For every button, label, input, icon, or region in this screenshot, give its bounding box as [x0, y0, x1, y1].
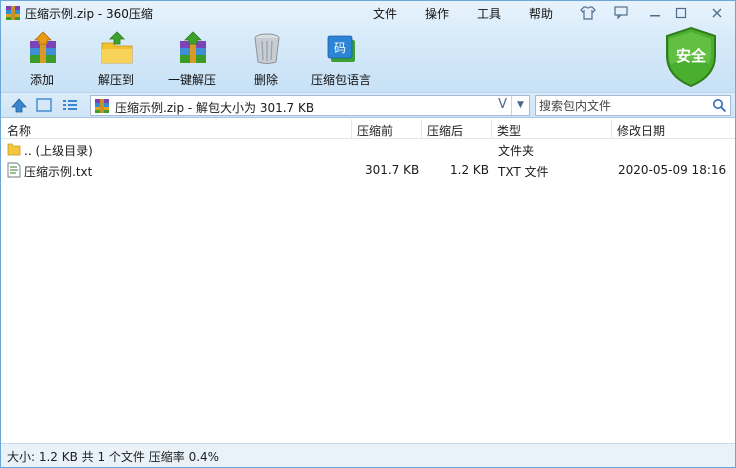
column-header: 名称 压缩前 压缩后 类型 修改日期 [1, 119, 735, 139]
file-list: 名称 压缩前 压缩后 类型 修改日期 .. (上级目录) 文件夹 压缩示例.tx… [1, 119, 735, 443]
column-divider[interactable] [491, 119, 492, 139]
column-modified[interactable]: 修改日期 [617, 122, 665, 139]
row-name: .. (上级目录) [24, 144, 93, 158]
one-click-extract-button-label: 一键解压 [167, 73, 216, 87]
column-name[interactable]: 名称 [7, 122, 31, 139]
address-dropdown-icon[interactable]: ▼ [511, 96, 529, 115]
verify-icon[interactable]: V [498, 97, 507, 112]
feedback-icon[interactable] [611, 4, 631, 22]
menu-help[interactable]: 帮助 [529, 5, 553, 22]
column-size-before[interactable]: 压缩前 [357, 122, 393, 139]
window-title: 压缩示例.zip - 360压缩 [25, 7, 153, 21]
delete-button-label: 删除 [253, 73, 278, 87]
column-type[interactable]: 类型 [497, 122, 521, 139]
up-level-icon[interactable] [10, 97, 28, 113]
delete-button[interactable]: 删除 [236, 29, 296, 89]
search-input[interactable] [539, 98, 709, 113]
menu-operate[interactable]: 操作 [425, 5, 449, 22]
title-bar: 压缩示例.zip - 360压缩 文件 操作 工具 帮助 [1, 1, 735, 25]
list-view-icon[interactable] [61, 97, 79, 113]
row-size-after: 1.2 KB [450, 163, 489, 177]
row-modified: 2020-05-09 18:16 [618, 163, 727, 177]
one-click-extract-button[interactable]: 一键解压 [162, 29, 222, 89]
column-size-after[interactable]: 压缩后 [427, 122, 463, 139]
table-row[interactable]: .. (上级目录) 文件夹 [1, 139, 735, 160]
row-type: TXT 文件 [498, 165, 549, 179]
menu-file[interactable]: 文件 [373, 5, 397, 22]
app-window: 压缩示例.zip - 360压缩 文件 操作 工具 帮助 添加 解压到 一键解压… [0, 0, 736, 468]
column-divider[interactable] [421, 119, 422, 139]
table-row[interactable]: 压缩示例.txt 301.7 KB 1.2 KB TXT 文件 2020-05-… [1, 160, 735, 181]
close-icon[interactable] [707, 4, 727, 22]
search-box [535, 95, 731, 116]
shirt-icon[interactable] [578, 4, 598, 22]
archive-language-button-label: 压缩包语言 [310, 73, 371, 87]
large-icon-view-icon[interactable] [35, 97, 53, 113]
row-type: 文件夹 [498, 144, 535, 158]
security-badge-text: 安全 [676, 47, 707, 65]
extract-to-button[interactable]: 解压到 [86, 29, 146, 89]
archive-file-icon [95, 99, 109, 113]
archive-language-button[interactable]: 码 压缩包语言 [311, 29, 371, 89]
status-text: 大小: 1.2 KB 共 1 个文件 压缩率 0.4% [7, 450, 220, 464]
maximize-icon[interactable] [671, 4, 691, 22]
svg-text:码: 码 [334, 41, 346, 55]
extract-to-icon [101, 31, 133, 64]
row-size-before: 301.7 KB [365, 163, 420, 177]
header-area: 压缩示例.zip - 360压缩 文件 操作 工具 帮助 添加 解压到 一键解压… [1, 1, 735, 92]
menu-tools[interactable]: 工具 [477, 5, 501, 22]
address-bar[interactable]: 压缩示例.zip - 解包大小为 301.7 KB V ▼ [90, 95, 530, 116]
archive-language-icon: 码 [327, 35, 355, 62]
column-divider[interactable] [611, 119, 612, 139]
delete-icon [254, 33, 280, 64]
minimize-icon[interactable] [645, 4, 665, 22]
security-shield-icon[interactable]: 安全 [663, 26, 719, 88]
add-archive-icon [30, 31, 56, 63]
column-divider[interactable] [351, 119, 352, 139]
address-text: 压缩示例.zip - 解包大小为 301.7 KB [115, 101, 315, 115]
text-file-icon [7, 162, 21, 178]
address-row: 压缩示例.zip - 解包大小为 301.7 KB V ▼ [1, 92, 735, 118]
one-click-extract-icon [180, 31, 206, 63]
add-button[interactable]: 添加 [12, 29, 72, 89]
status-bar: 大小: 1.2 KB 共 1 个文件 压缩率 0.4% [1, 443, 735, 467]
add-button-label: 添加 [29, 73, 54, 87]
folder-icon [7, 143, 21, 156]
row-name: 压缩示例.txt [24, 165, 93, 179]
archive-app-icon [6, 6, 20, 20]
search-icon[interactable] [712, 98, 727, 113]
extract-to-button-label: 解压到 [97, 73, 134, 87]
